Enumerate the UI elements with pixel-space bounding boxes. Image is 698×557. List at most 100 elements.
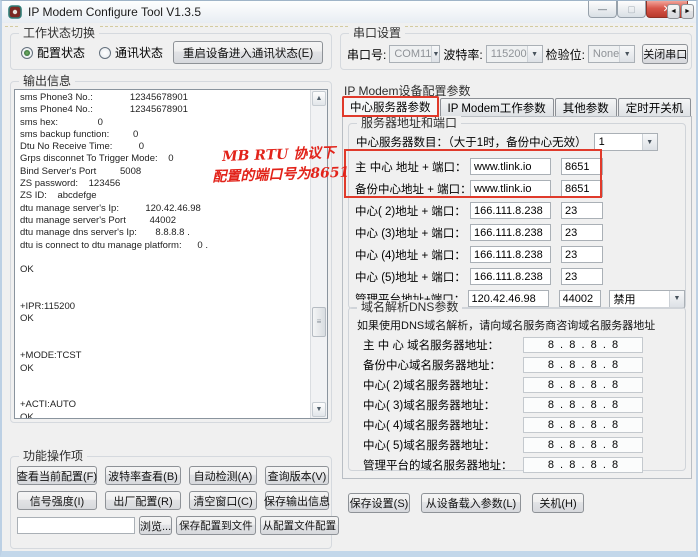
clear-window-button[interactable]: 清空窗口(C) xyxy=(189,491,257,510)
dns-row-main: 主 中 心 域名服务器地址： xyxy=(349,337,685,353)
center-server-tabpanel: 服务器地址和端口 中心服务器数目：（大于1时，备份中心无效） 1 ▼ 主 中心 … xyxy=(342,116,692,479)
center2-port-input[interactable] xyxy=(561,202,603,219)
scroll-up-icon[interactable]: ▲ xyxy=(312,91,326,106)
output-text: sms Phone3 No.: 12345678901 sms Phone4 N… xyxy=(15,90,310,418)
tab-scroll-right-icon[interactable]: ► xyxy=(681,4,694,19)
config-action-buttons: 保存设置(S) 从设备载入参数(L) 关机(H) xyxy=(348,493,584,513)
maximize-button: ▢ xyxy=(617,1,646,18)
output-scrollbar[interactable]: ▲ ≡ ▼ xyxy=(310,90,327,418)
center2-dns-input[interactable] xyxy=(523,377,643,393)
backup-dns-input[interactable] xyxy=(523,357,643,373)
chevron-down-icon[interactable]: ▼ xyxy=(431,46,439,62)
output-title: 输出信息 xyxy=(19,74,75,88)
center5-port-input[interactable] xyxy=(561,268,603,285)
center3-address-input[interactable] xyxy=(470,224,551,241)
center4-dns-input[interactable] xyxy=(523,417,643,433)
serial-port-label: 串口号: xyxy=(347,46,386,63)
dns-row-2: 中心( 2)域名服务器地址： xyxy=(349,377,685,393)
dns-row-management: 管理平台的域名服务器地址： xyxy=(349,457,685,473)
server-address-title: 服务器地址和端口 xyxy=(357,116,461,130)
work-state-group: 工作状态切换 配置状态 通讯状态 重启设备进入通讯状态(E) xyxy=(10,33,332,70)
chevron-down-icon[interactable]: ▼ xyxy=(619,46,634,62)
chevron-down-icon[interactable]: ▼ xyxy=(527,46,542,62)
server-row-5: 中心 (5)地址 + 端口： xyxy=(355,268,685,285)
app-window: IP Modem Configure Tool V1.3.5 — ▢ ✕ 工作状… xyxy=(0,0,698,557)
config-state-radio[interactable]: 配置状态 xyxy=(21,44,85,61)
backup-center-port-input[interactable] xyxy=(561,180,603,197)
view-config-button[interactable]: 查看当前配置(F) xyxy=(17,466,97,485)
baud-view-button[interactable]: 波特率查看(B) xyxy=(105,466,181,485)
parity-select[interactable]: None ▼ xyxy=(588,45,635,63)
mgmt-platform-mode-select[interactable]: 禁用 ▼ xyxy=(609,290,685,308)
center3-dns-input[interactable] xyxy=(523,397,643,413)
save-config-to-file-button[interactable]: 保存配置到文件 xyxy=(176,516,256,535)
save-output-button[interactable]: 保存输出信息 xyxy=(265,491,329,510)
chevron-down-icon[interactable]: ▼ xyxy=(669,291,684,307)
tab-scroll-left-icon[interactable]: ◄ xyxy=(667,4,680,19)
serial-port-select[interactable]: COM11 ▼ xyxy=(389,45,440,63)
parity-label: 检验位: xyxy=(546,46,585,63)
radio-unchecked-icon[interactable] xyxy=(99,47,111,59)
browse-button[interactable]: 浏览... xyxy=(139,516,172,535)
tab-other-params[interactable]: 其他参数 xyxy=(555,98,617,117)
tab-modem-work-params[interactable]: IP Modem工作参数 xyxy=(440,98,554,117)
server-row-backup: 备份中心地址 + 端口： xyxy=(355,180,685,197)
dns-row-5: 中心( 5)域名服务器地址： xyxy=(349,437,685,453)
server-address-group: 服务器地址和端口 中心服务器数目：（大于1时，备份中心无效） 1 ▼ 主 中心 … xyxy=(348,123,686,309)
close-serial-button[interactable]: 关闭串口 xyxy=(642,44,688,64)
radio-checked-icon[interactable] xyxy=(21,47,33,59)
server-count-label: 中心服务器数目：（大于1时，备份中心无效） xyxy=(356,134,587,150)
config-tabstrip: 中心服务器参数 IP Modem工作参数 其他参数 定时开关机 ModBus设置 xyxy=(342,96,692,117)
minimize-button[interactable]: — xyxy=(588,1,617,18)
server-count-select[interactable]: 1 ▼ xyxy=(594,133,658,151)
main-center-port-input[interactable] xyxy=(561,158,603,175)
config-from-file-button[interactable]: 从配置文件配置 xyxy=(260,516,340,535)
factory-reset-button[interactable]: 出厂配置(R) xyxy=(105,491,181,510)
comm-state-radio[interactable]: 通讯状态 xyxy=(99,44,163,61)
baud-label: 波特率: xyxy=(443,46,482,63)
mgmt-platform-dns-input[interactable] xyxy=(523,457,643,473)
shutdown-button[interactable]: 关机(H) xyxy=(532,493,584,513)
baud-select[interactable]: 115200 ▼ xyxy=(486,45,543,63)
tab-center-server-params[interactable]: 中心服务器参数 xyxy=(342,96,439,117)
scrollbar-track[interactable]: ≡ xyxy=(311,107,327,401)
auto-detect-button[interactable]: 自动检测(A) xyxy=(189,466,257,485)
dns-title: 域名解析DNS参数 xyxy=(357,300,462,314)
center4-address-input[interactable] xyxy=(470,246,551,263)
main-center-address-input[interactable] xyxy=(470,158,551,175)
load-from-device-button[interactable]: 从设备载入参数(L) xyxy=(421,493,521,513)
dns-row-4: 中心( 4)域名服务器地址： xyxy=(349,417,685,433)
output-group: 输出信息 sms Phone3 No.: 12345678901 sms Pho… xyxy=(10,81,332,423)
restart-to-comm-button[interactable]: 重启设备进入通讯状态(E) xyxy=(173,41,323,64)
server-row-3: 中心 (3)地址 + 端口： xyxy=(355,224,685,241)
save-settings-button[interactable]: 保存设置(S) xyxy=(348,493,410,513)
dns-row-3: 中心( 3)域名服务器地址： xyxy=(349,397,685,413)
mgmt-platform-port-input[interactable] xyxy=(559,290,601,307)
center2-address-input[interactable] xyxy=(470,202,551,219)
comm-state-label: 通讯状态 xyxy=(115,44,163,61)
signal-strength-button[interactable]: 信号强度(I) xyxy=(17,491,97,510)
main-dns-input[interactable] xyxy=(523,337,643,353)
backup-center-address-input[interactable] xyxy=(470,180,551,197)
config-file-path-input[interactable] xyxy=(17,517,135,534)
mgmt-platform-address-input[interactable] xyxy=(468,290,549,307)
operations-group: 功能操作项 查看当前配置(F) 波特率查看(B) 自动检测(A) 查询版本(V)… xyxy=(10,456,332,549)
query-version-button[interactable]: 查询版本(V) xyxy=(265,466,329,485)
center3-port-input[interactable] xyxy=(561,224,603,241)
dns-row-backup: 备份中心域名服务器地址： xyxy=(349,357,685,373)
output-textarea[interactable]: sms Phone3 No.: 12345678901 sms Phone4 N… xyxy=(14,89,328,419)
center5-address-input[interactable] xyxy=(470,268,551,285)
dns-group: 域名解析DNS参数 如果使用DNS域名解析，请向域名服务商咨询域名服务器地址 主… xyxy=(348,307,686,471)
scroll-down-icon[interactable]: ▼ xyxy=(312,402,326,417)
serial-title: 串口设置 xyxy=(349,26,405,40)
center4-port-input[interactable] xyxy=(561,246,603,263)
operations-title: 功能操作项 xyxy=(19,449,87,463)
server-row-2: 中心( 2)地址 + 端口： xyxy=(355,202,685,219)
window-title: IP Modem Configure Tool V1.3.5 xyxy=(28,5,201,19)
scrollbar-thumb[interactable]: ≡ xyxy=(312,307,326,337)
tab-scroll-arrows: ◄ ► xyxy=(667,4,694,19)
tab-timed-switch[interactable]: 定时开关机 xyxy=(618,98,692,117)
chevron-down-icon[interactable]: ▼ xyxy=(642,134,657,150)
center5-dns-input[interactable] xyxy=(523,437,643,453)
server-row-main: 主 中心 地址 + 端口： xyxy=(355,158,685,175)
